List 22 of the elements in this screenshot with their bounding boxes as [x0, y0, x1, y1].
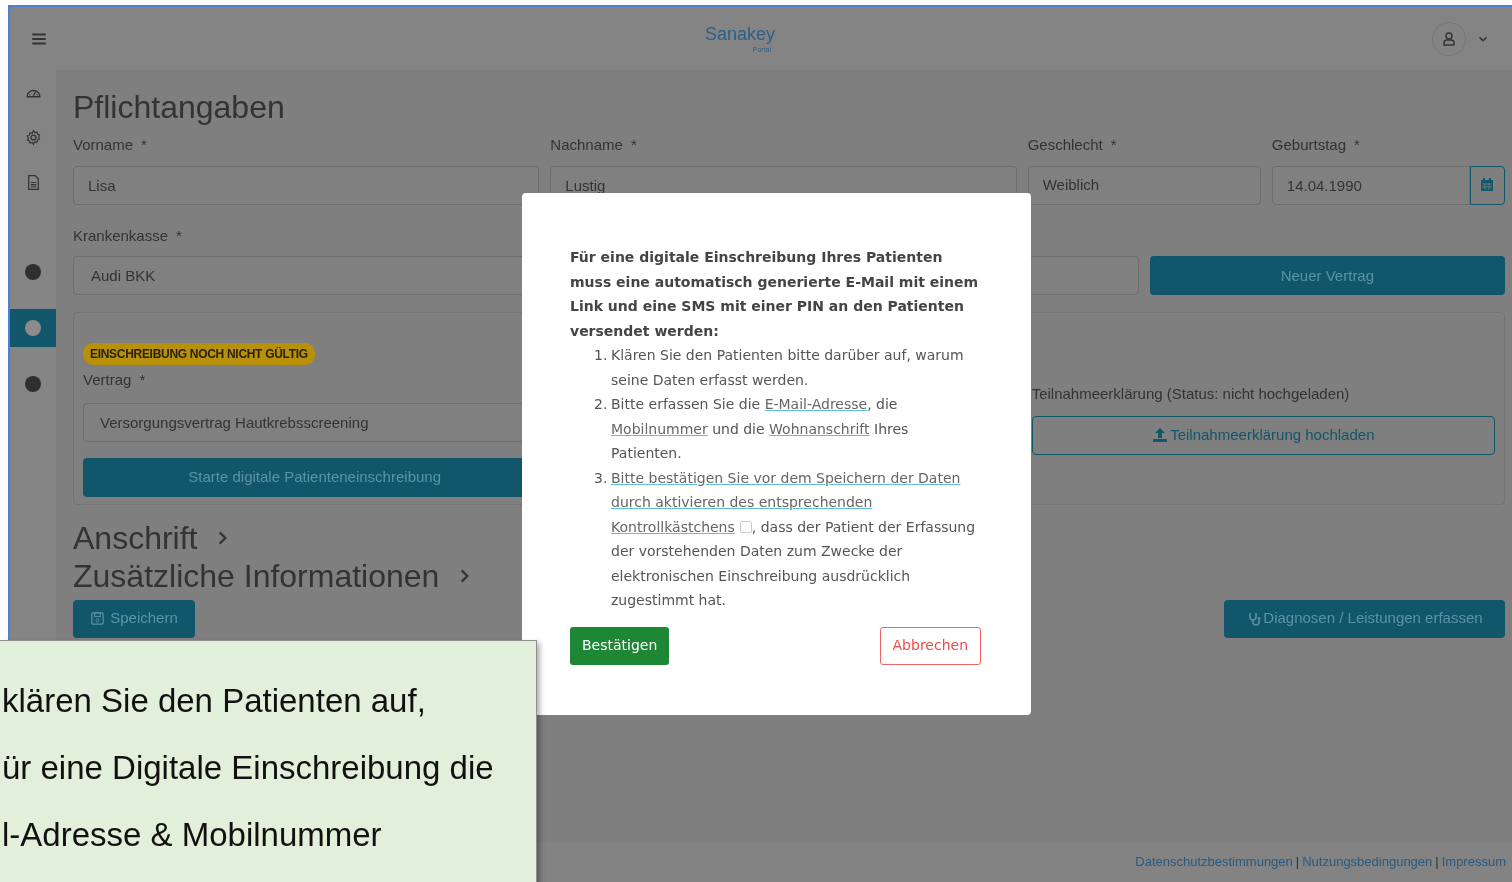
status-badge: EINSCHREIBUNG NOCH NICHT GÜLTIG [83, 343, 315, 366]
separator: | [1295, 853, 1300, 872]
section-heading: Pflichtangaben [73, 88, 286, 127]
field-label: Vertrag * [83, 370, 146, 391]
field-label: Nachname * [550, 135, 637, 156]
list-number: 2. [594, 395, 609, 414]
field-label: Geschlecht * [1027, 135, 1117, 156]
list-number: 3. [594, 468, 609, 488]
field-label: Geburtstag * [1271, 135, 1360, 156]
list-number: 1. [594, 346, 609, 365]
callout-text: l-Adresse & Mobilnummer [2, 815, 382, 855]
field-label: Krankenkasse * [73, 225, 182, 246]
instruction-text: Bitte bestätigen Sie vor dem Speichern der Daten durch aktivieren des entsprechenden Kontrollkästchens , dass der Patient der Erfassung der vorstehenden Daten zum Zwecke der elektronischen Einschreibung ausdrücklich zugestimmt hat. [611, 468, 977, 610]
callout-text: ür eine Digitale Einschreibung die [2, 748, 494, 788]
instruction-text: Bitte erfassen Sie die E-Mail-Adresse, die Mobilnummer und die Wohnanschrift Ihres Patienten. [611, 395, 910, 463]
logo-text: Sanakey [704, 23, 776, 44]
dialog-intro-text: Für eine digitale Einschreibung Ihres Patienten muss eine automatisch generierte E-Mail mit einem Link und eine SMS mit einer PIN an den Patienten versendet werden: [570, 248, 980, 341]
separator: | [1435, 853, 1439, 872]
instruction-text: Klären Sie den Patienten bitte darüber auf, warum seine Daten erfasst werden. [611, 346, 965, 390]
callout-text: klären Sie den Patienten auf, [2, 681, 426, 721]
field-label: Vorname * [73, 135, 147, 156]
declaration-label: Teilnahmeerklärung (Status: nicht hochgeladen) [1031, 384, 1350, 405]
